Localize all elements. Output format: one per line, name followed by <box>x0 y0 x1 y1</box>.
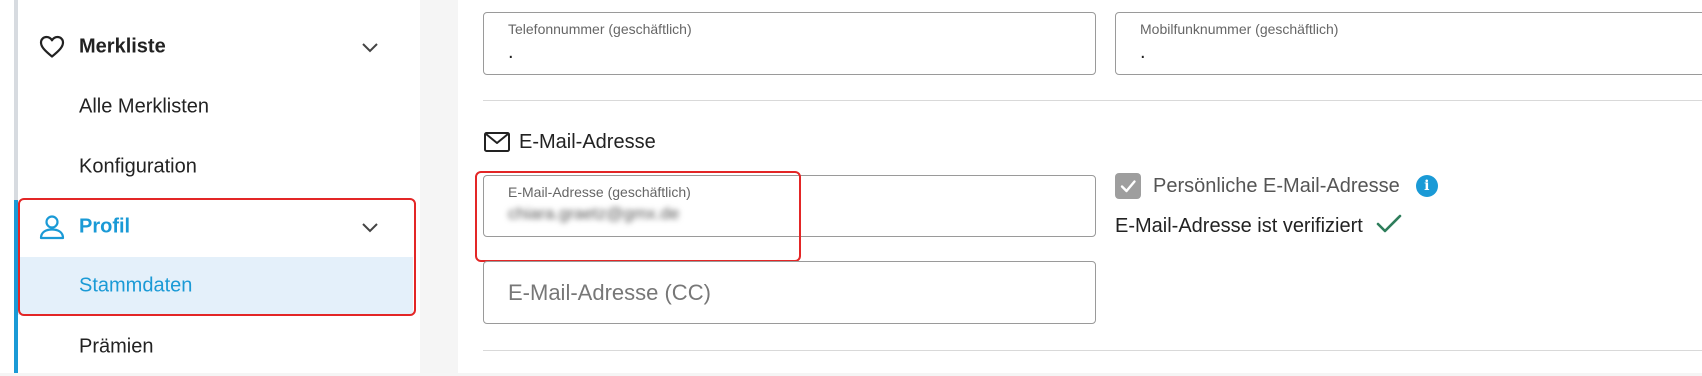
email-section-title: E-Mail-Adresse <box>483 128 656 156</box>
check-icon <box>1375 213 1403 240</box>
personal-email-checkbox-row: Persönliche E-Mail-Adresse i <box>1115 173 1438 199</box>
chevron-down-icon[interactable] <box>360 217 380 237</box>
mobile-business-field[interactable]: Mobilfunknummer (geschäftlich) . <box>1115 12 1702 75</box>
sidebar-item-label: Alle Merklisten <box>79 95 210 118</box>
field-value: chiara.graetz@gmx.de <box>508 204 680 223</box>
section-title-text: E-Mail-Adresse <box>519 130 656 153</box>
sidebar-item-konfiguration[interactable]: Konfiguration <box>18 138 413 196</box>
email-verified-row: E-Mail-Adresse ist verifiziert <box>1115 213 1403 240</box>
sidebar-item-label: Prämien <box>79 335 154 358</box>
nav-group-label: Merkliste <box>79 35 166 58</box>
heart-icon <box>38 33 66 61</box>
nav-group-label: Profil <box>79 215 131 238</box>
email-cc-field[interactable]: E-Mail-Adresse (CC) <box>483 261 1096 324</box>
sidebar-item-praemien[interactable]: Prämien <box>18 318 413 376</box>
nav-group-profil[interactable]: Profil <box>18 198 420 256</box>
email-business-field[interactable]: E-Mail-Adresse (geschäftlich) chiara.gra… <box>483 175 1096 237</box>
checkbox-label: Persönliche E-Mail-Adresse <box>1153 174 1400 197</box>
user-icon <box>38 213 66 241</box>
sidebar-item-label: Stammdaten <box>79 274 193 297</box>
sidebar: Merkliste Alle Merklisten Konfiguration … <box>0 0 420 373</box>
info-icon[interactable]: i <box>1415 175 1438 197</box>
section-divider <box>483 350 1702 351</box>
sidebar-item-label: Konfiguration <box>79 155 197 178</box>
sidebar-item-stammdaten[interactable]: Stammdaten <box>18 257 413 315</box>
field-label: Telefonnummer (geschäftlich) <box>508 21 692 37</box>
personal-email-checkbox[interactable] <box>1115 173 1141 199</box>
field-value: . <box>508 41 514 63</box>
field-label: E-Mail-Adresse (geschäftlich) <box>508 184 691 200</box>
field-label: Mobilfunknummer (geschäftlich) <box>1140 21 1339 37</box>
field-placeholder: E-Mail-Adresse (CC) <box>508 279 711 305</box>
mail-icon <box>483 130 511 154</box>
field-value: . <box>1140 41 1146 63</box>
phone-business-field[interactable]: Telefonnummer (geschäftlich) . <box>483 12 1096 75</box>
section-divider <box>483 100 1702 101</box>
verified-text: E-Mail-Adresse ist verifiziert <box>1115 215 1363 237</box>
sidebar-item-alle-merklisten[interactable]: Alle Merklisten <box>18 78 413 136</box>
nav-group-merkliste[interactable]: Merkliste <box>18 18 420 76</box>
chevron-down-icon[interactable] <box>360 37 380 57</box>
